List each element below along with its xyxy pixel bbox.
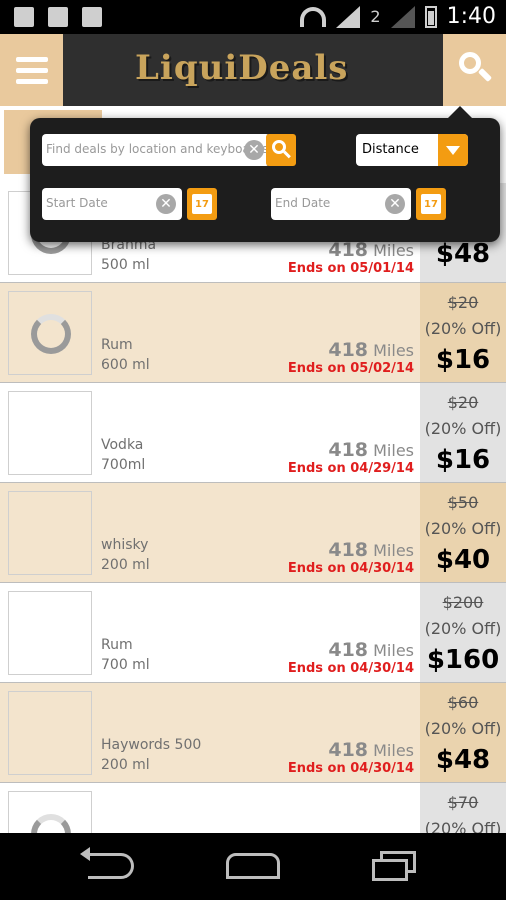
original-price: $50 — [447, 493, 479, 512]
recent-apps-icon[interactable] — [370, 851, 418, 881]
home-icon[interactable] — [226, 853, 280, 879]
battery-icon — [424, 5, 437, 28]
original-price: $200 — [442, 593, 484, 612]
deal-name: whisky — [101, 537, 149, 553]
list-item[interactable]: Rum 600 ml 418 Miles Ends on 05/02/14 $2… — [0, 283, 506, 383]
hamburger-icon — [15, 56, 48, 62]
clear-icon[interactable]: ✕ — [385, 194, 405, 214]
search-button[interactable] — [443, 34, 506, 106]
deal-end-date: Ends on 04/30/14 — [287, 761, 414, 776]
deal-distance: 418 Miles — [328, 339, 414, 361]
clear-icon[interactable]: ✕ — [156, 194, 176, 214]
deal-price: $16 — [435, 445, 491, 475]
sim-indicator: 2 — [370, 7, 381, 26]
deal-end-date: Ends on 05/01/14 — [287, 261, 414, 276]
deal-name: Haywords 500 — [101, 737, 202, 753]
clipboard-check-icon — [48, 7, 68, 27]
deal-distance: 418 Miles — [328, 739, 414, 761]
wifi-icon — [300, 6, 327, 27]
deal-name: Rum — [101, 637, 133, 653]
discount-label: (20% Off) — [424, 419, 502, 438]
sort-dropdown[interactable]: Distance — [356, 134, 468, 166]
loading-spinner-icon — [31, 314, 71, 354]
deal-price: $160 — [426, 645, 500, 675]
deal-price: $48 — [435, 745, 491, 775]
end-date-calendar-button[interactable]: 17 — [416, 188, 446, 220]
discount-label: (20% Off) — [424, 319, 502, 338]
price-box: $20 (20% Off) $16 — [420, 283, 506, 382]
deal-name: Vodka — [101, 437, 144, 453]
price-box: $200 (20% Off) $160 — [420, 583, 506, 682]
deal-distance: 418 Miles — [328, 639, 414, 661]
app-bar: LiquiDeals — [0, 34, 506, 106]
deal-thumbnail — [8, 591, 92, 675]
list-item[interactable]: Rum 700 ml 418 Miles Ends on 04/30/14 $2… — [0, 583, 506, 683]
clear-icon[interactable]: ✕ — [244, 140, 264, 160]
back-icon[interactable] — [80, 847, 134, 879]
deal-size: 200 ml — [101, 757, 150, 773]
discount-label: (20% Off) — [424, 519, 502, 538]
discount-label: (20% Off) — [424, 619, 502, 638]
deal-name: Rum — [101, 337, 133, 353]
start-date-placeholder: Start Date — [46, 196, 108, 210]
end-date-placeholder: End Date — [275, 196, 331, 210]
deal-size: 200 ml — [101, 557, 150, 573]
deal-thumbnail — [8, 291, 92, 375]
clock: 1:40 — [446, 4, 496, 29]
price-box: $20 (20% Off) $16 — [420, 383, 506, 482]
list-item[interactable]: Haywords 500 200 ml 418 Miles Ends on 04… — [0, 683, 506, 783]
calendar-icon: 17 — [421, 194, 441, 214]
system-nav-bar — [0, 833, 506, 900]
location-search-input[interactable]: Find deals by location and keyboards ✕ — [42, 134, 270, 166]
signal-icon — [336, 5, 361, 28]
deal-thumbnail — [8, 391, 92, 475]
deal-price: $40 — [435, 545, 491, 575]
signal-empty-icon — [390, 5, 415, 28]
original-price: $60 — [447, 693, 479, 712]
sort-value: Distance — [362, 142, 419, 157]
deal-end-date: Ends on 04/30/14 — [287, 661, 414, 676]
deal-size: 700 ml — [101, 657, 150, 673]
price-box: $50 (20% Off) $40 — [420, 483, 506, 582]
menu-button[interactable] — [0, 34, 63, 106]
deal-end-date: Ends on 04/29/14 — [287, 461, 414, 476]
start-date-field[interactable]: Start Date ✕ — [42, 188, 182, 220]
deal-distance: 418 Miles — [328, 239, 414, 261]
start-date-calendar-button[interactable]: 17 — [187, 188, 217, 220]
deal-size: 700ml — [101, 457, 146, 473]
price-box: $60 (20% Off) $48 — [420, 683, 506, 782]
original-price: $70 — [447, 793, 479, 812]
search-popup: Find deals by location and keyboards ✕ D… — [30, 106, 500, 242]
list-item[interactable]: Vodka 700ml 418 Miles Ends on 04/29/14 $… — [0, 383, 506, 483]
deal-price: $48 — [435, 239, 491, 269]
status-bar: 2 1:40 — [0, 0, 506, 34]
deal-thumbnail — [8, 491, 92, 575]
deal-distance: 418 Miles — [328, 439, 414, 461]
end-date-field[interactable]: End Date ✕ — [271, 188, 411, 220]
deal-thumbnail — [8, 691, 92, 775]
original-price: $20 — [447, 293, 479, 312]
original-price: $20 — [447, 393, 479, 412]
deal-end-date: Ends on 04/30/14 — [287, 561, 414, 576]
calendar-icon: 17 — [192, 194, 212, 214]
search-submit-button[interactable] — [266, 134, 296, 166]
deal-size: 600 ml — [101, 357, 150, 373]
shopping-bag-icon — [82, 7, 102, 27]
app-logo: LiquiDeals — [135, 48, 349, 88]
search-placeholder: Find deals by location and keyboards — [46, 142, 269, 156]
deal-distance: 418 Miles — [328, 539, 414, 561]
chevron-down-icon — [438, 134, 468, 166]
gallery-icon — [14, 7, 34, 27]
deal-price: $16 — [435, 345, 491, 375]
list-item[interactable]: whisky 200 ml 418 Miles Ends on 04/30/14… — [0, 483, 506, 583]
deal-end-date: Ends on 05/02/14 — [287, 361, 414, 376]
deal-size: 500 ml — [101, 257, 150, 273]
discount-label: (20% Off) — [424, 719, 502, 738]
